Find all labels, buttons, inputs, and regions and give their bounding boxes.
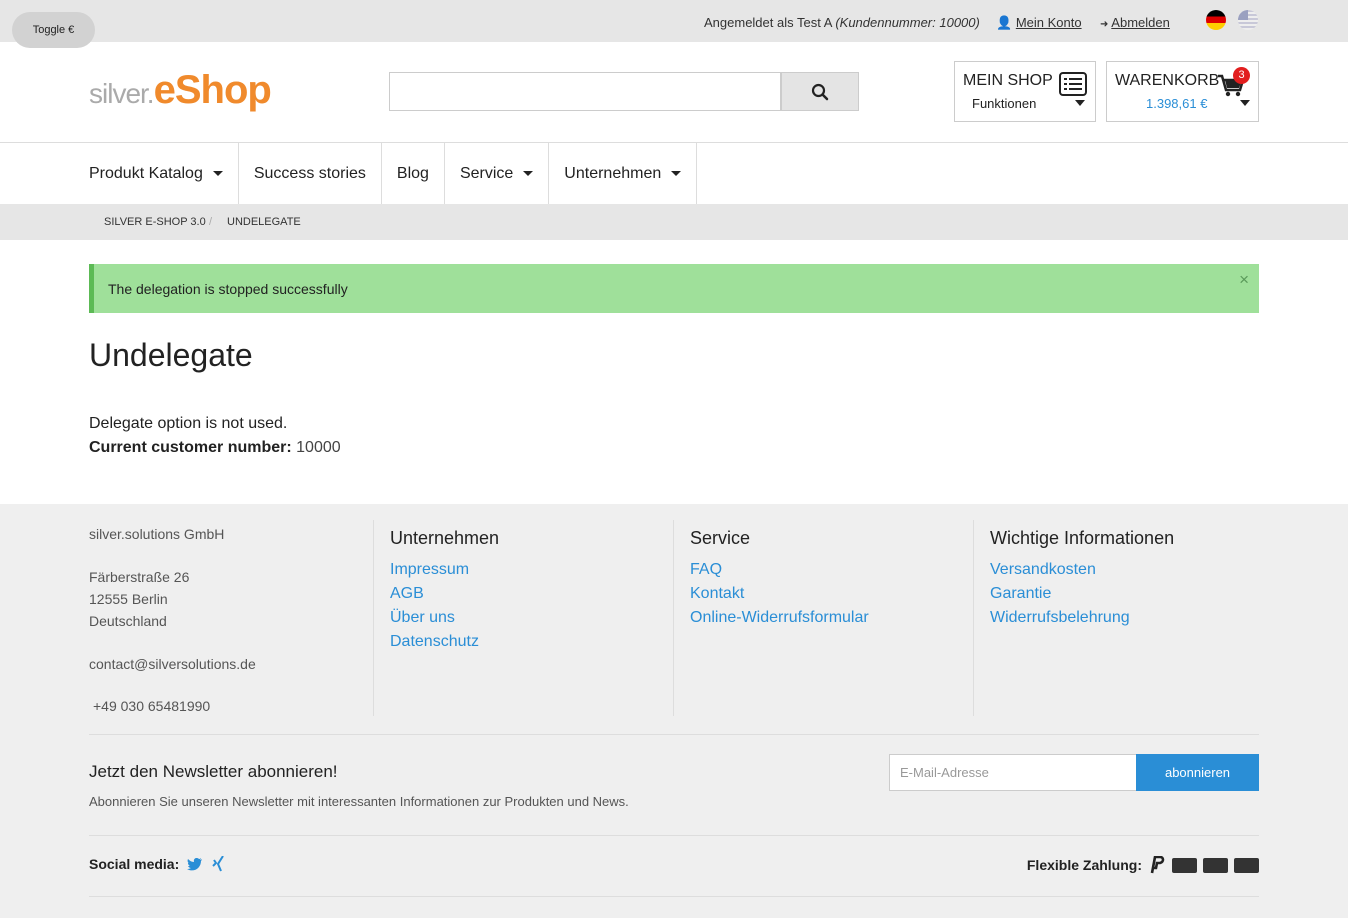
account-link-wrap[interactable]: 👤 Mein Konto [996,15,1082,31]
contact-email[interactable]: contact@silversolutions.de [89,653,256,675]
nav-item-label: Service [459,164,514,182]
chevron-down-icon [1240,100,1250,106]
customer-number-value: 10000 [296,439,341,456]
footer-column-heading: Unternehmen [390,528,500,548]
footer-column-heading: Service [690,528,751,548]
delegate-status: Delegate option is not used. [89,415,288,432]
nav-item-label: Produkt Katalog [89,164,203,182]
newsletter-email-input[interactable]: E-Mail-Adresse [889,754,1137,791]
footer-divider [89,835,1259,836]
chevron-down-icon [523,171,534,176]
footer-link[interactable]: Online-Widerrufsformular [690,609,973,627]
success-alert: The delegation is stopped successfully × [89,264,1259,313]
my-shop-title: MEIN SHOP [963,72,1053,89]
chevron-down-icon [212,171,223,176]
logged-in-info: Angemeldet als Test A (Kundennummer: 100… [704,15,980,30]
footer-link[interactable]: FAQ [690,561,973,579]
address-street: Färberstraße 26 [89,569,190,585]
logout-link-wrap[interactable]: ➜ Abmelden [1100,15,1170,30]
visa-icon [1172,857,1197,873]
cart-title: WARENKORB [1115,72,1220,89]
nav-item-unternehmen[interactable]: Unternehmen [549,143,698,204]
subscribe-button[interactable]: abonnieren [1136,754,1259,791]
logo[interactable]: silver.eShop [89,68,272,113]
delegate-info: Delegate option is not used. Current cus… [89,412,341,460]
company-address: silver.solutions GmbH Färberstraße 26 12… [89,523,256,717]
chevron-down-icon [671,171,682,176]
footer-column-company: Unternehmen Impressum AGB Über uns Datenschu… [373,520,673,716]
chevron-down-icon [1075,100,1085,106]
logout-icon: ➜ [1100,19,1109,30]
footer-divider [89,734,1259,735]
german-flag-icon[interactable] [1206,10,1226,30]
payment-methods: Flexible Zahlung: [1027,856,1259,874]
newsletter-text: Abonnieren Sie unseren Newsletter mit in… [89,794,629,809]
search-input[interactable] [389,72,781,111]
footer-column-service: Service FAQ Kontakt Online-Widerrufsformula… [673,520,973,716]
footer-link[interactable]: AGB [390,585,673,603]
footer-link[interactable]: Kontakt [690,585,973,603]
company-name: silver.solutions GmbH [89,526,225,542]
footer-column-info: Wichtige Informationen Versandkosten Garan… [973,520,1273,716]
logged-in-user: Angemeldet als Test A [704,15,832,30]
footer-link[interactable]: Versandkosten [990,561,1273,579]
breadcrumb-home[interactable]: SILVER E-SHOP 3.0 [104,216,206,228]
alert-message: The delegation is stopped successfully [108,281,348,297]
logo-eshop: eShop [153,68,272,112]
my-shop-menu[interactable]: MEIN SHOP Funktionen [954,61,1096,122]
my-account-link[interactable]: Mein Konto [1016,15,1082,30]
footer-link[interactable]: Impressum [390,561,673,579]
footer-link[interactable]: Widerrufsbelehrung [990,609,1273,627]
nav-item-service[interactable]: Service [445,143,550,204]
customer-number-label: Current customer number: [89,439,292,456]
nav-item-blog[interactable]: Blog [382,143,445,204]
my-shop-subtitle: Funktionen [972,96,1037,111]
newsletter-title: Jetzt den Newsletter abonnieren! [89,762,338,781]
nav-item-label: Success stories [253,164,366,182]
mastercard-icon [1203,857,1228,873]
customer-number-row: Current customer number: 10000 [89,436,341,460]
logout-link[interactable]: Abmelden [1111,15,1170,30]
amex-icon [1234,857,1259,873]
cart-count-badge: 3 [1233,67,1250,84]
xing-icon[interactable] [211,856,225,872]
cart-amount: 1.398,61 € [1146,96,1208,111]
twitter-icon[interactable] [187,857,203,871]
breadcrumb-current: UNDELEGATE [227,216,301,228]
footer: silver.solutions GmbH Färberstraße 26 12… [0,504,1348,918]
close-icon[interactable]: × [1239,270,1249,290]
footer-divider [89,896,1259,897]
social-label: Social media: [89,856,180,872]
search-icon [811,83,829,100]
nav-item-label: Blog [396,164,429,182]
logo-silver: silver. [89,78,155,109]
currency-toggle-button[interactable]: Toggle € [12,12,95,48]
nav-item-success-stories[interactable]: Success stories [239,143,382,204]
social-media: Social media: [89,856,225,872]
search-button[interactable] [781,72,859,111]
payment-label: Flexible Zahlung: [1026,857,1142,873]
breadcrumb: SILVER E-SHOP 3.0 / UNDELEGATE [0,204,1348,240]
address-city: 12555 Berlin [89,591,168,607]
footer-link[interactable]: Über uns [390,609,673,627]
user-icon: 👤 [996,15,1013,30]
breadcrumb-separator: / [209,216,213,228]
footer-column-heading: Wichtige Informationen [990,528,1175,548]
page-title: Undelegate [89,337,253,373]
footer-link[interactable]: Datenschutz [390,633,673,651]
nav-item-label: Unternehmen [564,164,662,182]
main-nav: Produkt Katalog Success stories Blog Servic… [89,143,698,204]
list-icon [1059,72,1087,96]
nav-item-produkt-katalog[interactable]: Produkt Katalog [89,143,239,204]
footer-link[interactable]: Garantie [990,585,1273,603]
address-country: Deutschland [89,613,167,629]
paypal-icon [1150,856,1165,874]
us-flag-icon[interactable] [1238,10,1258,30]
contact-phone: +49 030 65481990 [93,698,211,714]
top-bar: Toggle € Angemeldet als Test A (Kundennu… [0,0,1348,48]
customer-number: (Kundennummer: 10000) [835,15,980,30]
